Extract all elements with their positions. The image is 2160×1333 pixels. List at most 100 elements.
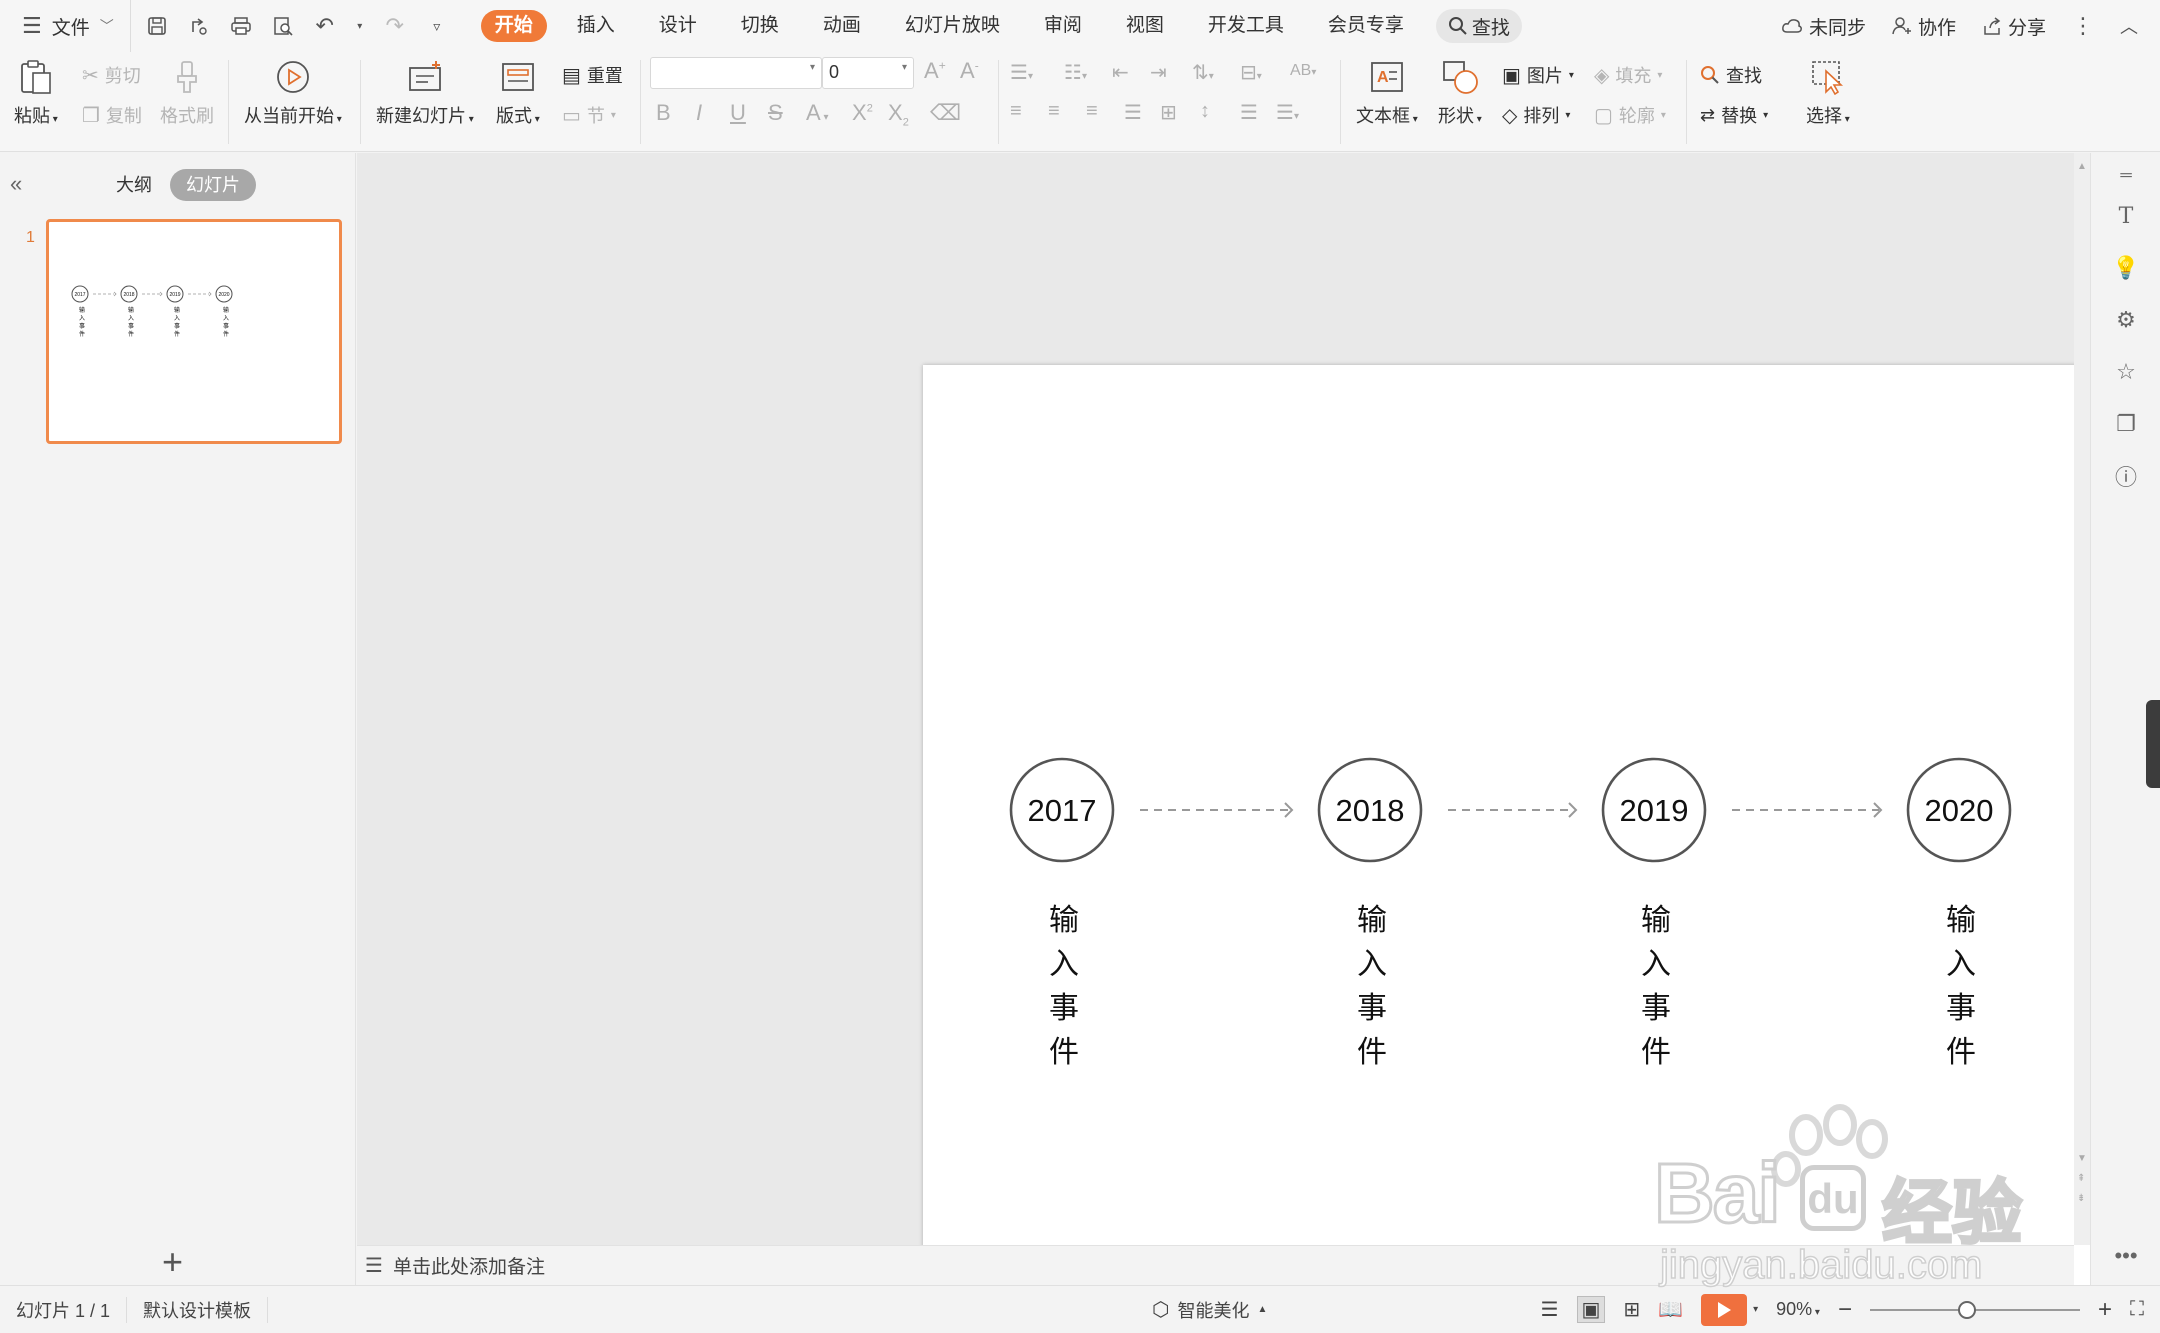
superscript-icon[interactable]: X2 (852, 100, 873, 126)
font-size-select[interactable]: 0 ▾ (822, 57, 914, 89)
side-scroll-handle[interactable] (2146, 700, 2160, 788)
notes-toggle-icon[interactable]: ☰ (1541, 1297, 1559, 1322)
fill-button[interactable]: ◈ 填充 ▾ (1594, 62, 1662, 88)
slide-thumbnail[interactable]: 2017 输入事件 2018 输入事件 2019 输入事件 2020 输入事件 (46, 219, 342, 444)
vertical-scrollbar[interactable]: ▲ ▼ ⇞ ⇟ (2074, 153, 2090, 1245)
text-format-icon[interactable]: T (2111, 201, 2141, 231)
columns-icon[interactable]: ☰▾ (1276, 100, 1299, 125)
play-slideshow-button[interactable] (1701, 1293, 1748, 1326)
tab-transitions[interactable]: 切换 (719, 0, 801, 52)
distribute-icon[interactable]: ⊞ (1160, 100, 1177, 125)
numbered-list-icon[interactable]: ☷▾ (1064, 60, 1087, 85)
strikethrough-icon[interactable]: S (768, 100, 783, 126)
timeline-node[interactable]: 2019 输入事件 (1601, 757, 1707, 1070)
line-spacing-icon[interactable]: ↕ (1200, 100, 1210, 123)
paste-button[interactable]: 粘贴 ▾ (14, 58, 58, 128)
file-menu[interactable]: ☰ 文件 ﹀ (0, 0, 130, 52)
eraser-icon[interactable]: ⌫ (930, 100, 961, 126)
justify-icon[interactable]: ☰ (1124, 100, 1142, 125)
timeline-node[interactable]: 2017 输入事件 (71, 285, 89, 338)
paragraph-spacing-icon[interactable]: ☰ (1240, 100, 1258, 125)
format-painter-button[interactable]: 格式刷 (160, 58, 214, 128)
smart-beautify-button[interactable]: ⬡ 智能美化 ▲ (1152, 1297, 1267, 1323)
slide-canvas[interactable]: 2017 输入事件 2018 输入事件 2019 输入事件 2020 输入事件 (923, 365, 2160, 1333)
italic-icon[interactable]: I (696, 100, 702, 126)
play-from-current-button[interactable]: 从当前开始 ▾ (244, 58, 342, 128)
print-icon[interactable] (229, 14, 253, 38)
timeline-node[interactable]: 2020 输入事件 (215, 285, 233, 338)
tab-view[interactable]: 视图 (1104, 0, 1186, 52)
transition-icon[interactable]: ❐ (2111, 409, 2141, 439)
save-icon[interactable] (145, 14, 169, 38)
drag-handle-icon[interactable]: ═ (2111, 161, 2141, 191)
tab-slides[interactable]: 幻灯片 (170, 169, 256, 201)
underline-icon[interactable]: U (730, 100, 746, 126)
more-icon[interactable]: ••• (2111, 1241, 2141, 1271)
adjust-sliders-icon[interactable]: ⚙ (2111, 305, 2141, 335)
help-icon[interactable]: ⓘ (2111, 461, 2141, 491)
print-preview-icon[interactable] (271, 14, 295, 38)
timeline-node[interactable]: 2020 输入事件 (1906, 757, 2012, 1070)
font-color-icon[interactable]: A ▾ (806, 100, 829, 126)
notes-bar[interactable]: ☰ 单击此处添加备注 (357, 1245, 2074, 1285)
align-text-icon[interactable]: ⊟▾ (1240, 60, 1262, 85)
select-button[interactable]: 选择 ▾ (1806, 58, 1850, 128)
find-button[interactable]: 查找 (1700, 62, 1762, 88)
outline-button[interactable]: ▢ 轮廓 ▾ (1594, 102, 1666, 128)
scroll-down-icon[interactable]: ▼ (2077, 1153, 2087, 1164)
text-effects-icon[interactable]: AB▾ (1290, 62, 1316, 80)
play-options-icon[interactable]: ▾ (1753, 1304, 1758, 1315)
new-slide-button[interactable]: 新建幻灯片 ▾ (376, 58, 474, 128)
zoom-level[interactable]: 90% ▾ (1776, 1299, 1820, 1320)
zoom-slider-thumb[interactable] (1957, 1300, 1976, 1319)
tab-design[interactable]: 设计 (637, 0, 719, 52)
timeline-node[interactable]: 2018 输入事件 (1317, 757, 1423, 1070)
slide-sorter-icon[interactable]: ⊞ (1623, 1297, 1640, 1322)
decrease-indent-icon[interactable]: ⇤ (1112, 60, 1129, 85)
subscript-icon[interactable]: X2 (888, 100, 909, 128)
tab-outline[interactable]: 大纲 (100, 169, 168, 201)
zoom-slider[interactable] (1869, 1300, 2080, 1319)
decrease-font-icon[interactable]: A- (960, 58, 979, 84)
align-left-icon[interactable]: ≡ (1010, 100, 1022, 123)
timeline-node[interactable]: 2018 输入事件 (120, 285, 138, 338)
add-slide-icon[interactable]: + (162, 1241, 183, 1283)
sync-status-button[interactable]: 未同步 (1781, 13, 1866, 40)
customize-toolbar-icon[interactable]: ▿ (425, 14, 449, 38)
copy-button[interactable]: ❐ 复制 (82, 102, 142, 128)
increase-font-icon[interactable]: A+ (924, 58, 946, 84)
shape-button[interactable]: 形状 ▾ (1438, 58, 1482, 128)
undo-dropdown-icon[interactable]: ▾ (355, 14, 365, 38)
reading-view-icon[interactable]: 📖 (1658, 1297, 1683, 1322)
tab-developer[interactable]: 开发工具 (1186, 0, 1306, 52)
normal-view-icon[interactable]: ▣ (1576, 1296, 1606, 1323)
align-right-icon[interactable]: ≡ (1086, 100, 1098, 123)
collapse-panel-icon[interactable]: « (10, 171, 22, 197)
next-slide-icon[interactable]: ⇟ (2077, 1193, 2085, 1204)
bullet-list-icon[interactable]: ☰▾ (1010, 60, 1033, 85)
section-button[interactable]: ▭ 节 ▾ (562, 102, 616, 128)
cut-button[interactable]: ✂ 剪切 (82, 62, 141, 88)
export-icon[interactable] (187, 14, 211, 38)
picture-button[interactable]: ▣ 图片 ▾ (1502, 62, 1574, 88)
reset-button[interactable]: ▤ 重置 (562, 62, 623, 88)
zoom-out-icon[interactable]: − (1838, 1296, 1852, 1324)
share-button[interactable]: 分享 (1982, 13, 2046, 40)
tab-member[interactable]: 会员专享 (1306, 0, 1426, 52)
bold-icon[interactable]: B (656, 100, 671, 126)
text-direction-icon[interactable]: ⇅▾ (1192, 60, 1214, 85)
timeline-node[interactable]: 2019 输入事件 (166, 285, 184, 338)
tab-animation[interactable]: 动画 (801, 0, 883, 52)
replace-button[interactable]: ⇄ 替换 ▾ (1700, 102, 1768, 128)
timeline-node[interactable]: 2017 输入事件 (1009, 757, 1115, 1070)
tab-home[interactable]: 开始 (480, 10, 547, 42)
zoom-in-icon[interactable]: + (2098, 1296, 2112, 1324)
animation-star-icon[interactable]: ☆ (2111, 357, 2141, 387)
textbox-button[interactable]: A 文本框 ▾ (1356, 58, 1418, 128)
more-options-icon[interactable]: ⋮ (2072, 13, 2094, 39)
previous-slide-icon[interactable]: ⇞ (2077, 1173, 2085, 1184)
align-center-icon[interactable]: ≡ (1048, 100, 1060, 123)
arrange-button[interactable]: ◇ 排列 ▾ (1502, 102, 1570, 128)
tab-insert[interactable]: 插入 (555, 0, 637, 52)
redo-icon[interactable]: ↷ (383, 13, 407, 38)
